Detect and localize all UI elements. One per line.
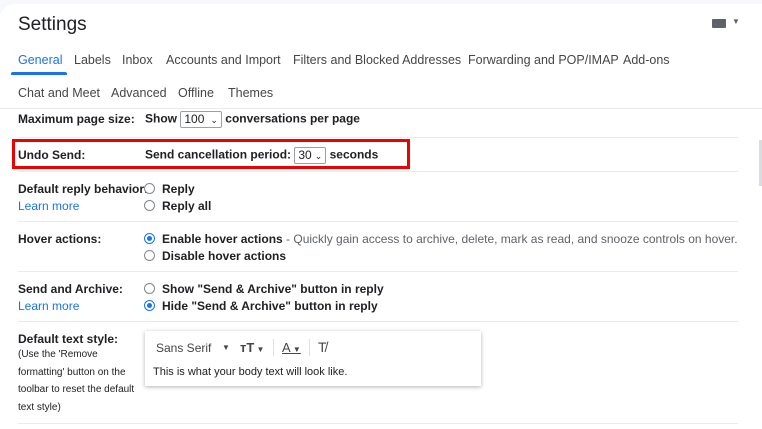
cancellation-period-value: 30 [298, 148, 312, 162]
hide-send-archive-radio[interactable] [144, 300, 155, 311]
enable-hover-label: Enable hover actions [162, 232, 283, 246]
divider [273, 339, 274, 356]
enable-hover-option[interactable]: Enable hover actions - Quickly gain acce… [162, 232, 738, 246]
text-style-label: Default text style: [18, 332, 119, 346]
show-send-archive-option[interactable]: Show "Send & Archive" button in reply [162, 282, 384, 296]
tab-offline[interactable]: Offline [178, 86, 214, 100]
hide-send-archive-option[interactable]: Hide "Send & Archive" button in reply [162, 299, 378, 313]
chevron-down-icon: ⌄ [314, 151, 323, 161]
active-tab-indicator [11, 72, 67, 75]
tab-inbox[interactable]: Inbox [122, 53, 153, 67]
font-size-icon[interactable]: тT ▼ [240, 340, 264, 355]
reply-option[interactable]: Reply [162, 182, 195, 196]
disable-hover-option[interactable]: Disable hover actions [162, 249, 286, 263]
tab-advanced[interactable]: Advanced [111, 86, 167, 100]
divider [18, 221, 738, 222]
send-archive-learn-more-link[interactable]: Learn more [18, 299, 79, 313]
divider [18, 321, 738, 322]
divider [0, 108, 762, 109]
page-size-prefix: Show [145, 111, 177, 126]
page-size-label: Maximum page size: [18, 112, 135, 126]
divider [309, 339, 310, 356]
tab-addons[interactable]: Add-ons [623, 53, 670, 67]
send-archive-label: Send and Archive: [18, 282, 123, 296]
undo-send-label: Undo Send: [18, 148, 86, 162]
undo-send-setting: Send cancellation period: 30 ⌄ seconds [145, 147, 378, 164]
hover-label: Hover actions: [18, 232, 102, 246]
divider [18, 171, 738, 172]
keyboard-icon[interactable] [712, 19, 726, 28]
tab-chat-meet[interactable]: Chat and Meet [18, 86, 100, 100]
page-title: Settings [18, 14, 87, 35]
reply-all-radio[interactable] [144, 200, 155, 211]
chevron-down-icon: ⌄ [210, 115, 218, 125]
page-size-setting: Show 100 ⌄ conversations per page [145, 111, 360, 128]
tab-general[interactable]: General [18, 53, 62, 67]
chevron-down-icon[interactable]: ▼ [732, 17, 740, 26]
chevron-down-icon[interactable]: ▼ [222, 343, 230, 352]
enable-hover-radio[interactable] [144, 233, 155, 244]
reply-learn-more-link[interactable]: Learn more [18, 199, 79, 213]
reply-radio[interactable] [144, 183, 155, 194]
text-color-icon[interactable]: A ▼ [282, 340, 301, 355]
text-style-note: (Use the 'Remove formatting' button on t… [18, 349, 135, 413]
reply-all-option[interactable]: Reply all [162, 199, 211, 213]
cancellation-period-select[interactable]: 30 ⌄ [294, 147, 327, 164]
undo-send-suffix: seconds [329, 147, 379, 162]
divider [18, 271, 738, 272]
page-size-suffix: conversations per page [225, 111, 360, 126]
remove-formatting-icon[interactable]: T̸ [318, 339, 327, 355]
divider [18, 423, 738, 424]
tab-accounts[interactable]: Accounts and Import [166, 53, 281, 67]
show-send-archive-radio[interactable] [144, 283, 155, 294]
text-style-editor: Sans Serif ▼ тT ▼ A ▼ T̸ This is what yo… [145, 331, 481, 386]
tab-themes[interactable]: Themes [228, 86, 273, 100]
disable-hover-radio[interactable] [144, 250, 155, 261]
page-size-select[interactable]: 100 ⌄ [180, 111, 222, 128]
undo-send-prefix: Send cancellation period: [145, 147, 292, 162]
text-style-preview: This is what your body text will look li… [153, 366, 348, 378]
tab-filters[interactable]: Filters and Blocked Addresses [293, 53, 461, 67]
tab-labels[interactable]: Labels [74, 53, 111, 67]
page-size-value: 100 [184, 112, 205, 126]
tab-forwarding[interactable]: Forwarding and POP/IMAP [468, 53, 619, 67]
font-family-select[interactable]: Sans Serif [156, 341, 211, 355]
reply-label: Default reply behavior: [18, 182, 149, 196]
divider [18, 137, 738, 138]
hover-description: - Quickly gain access to archive, delete… [282, 232, 738, 246]
